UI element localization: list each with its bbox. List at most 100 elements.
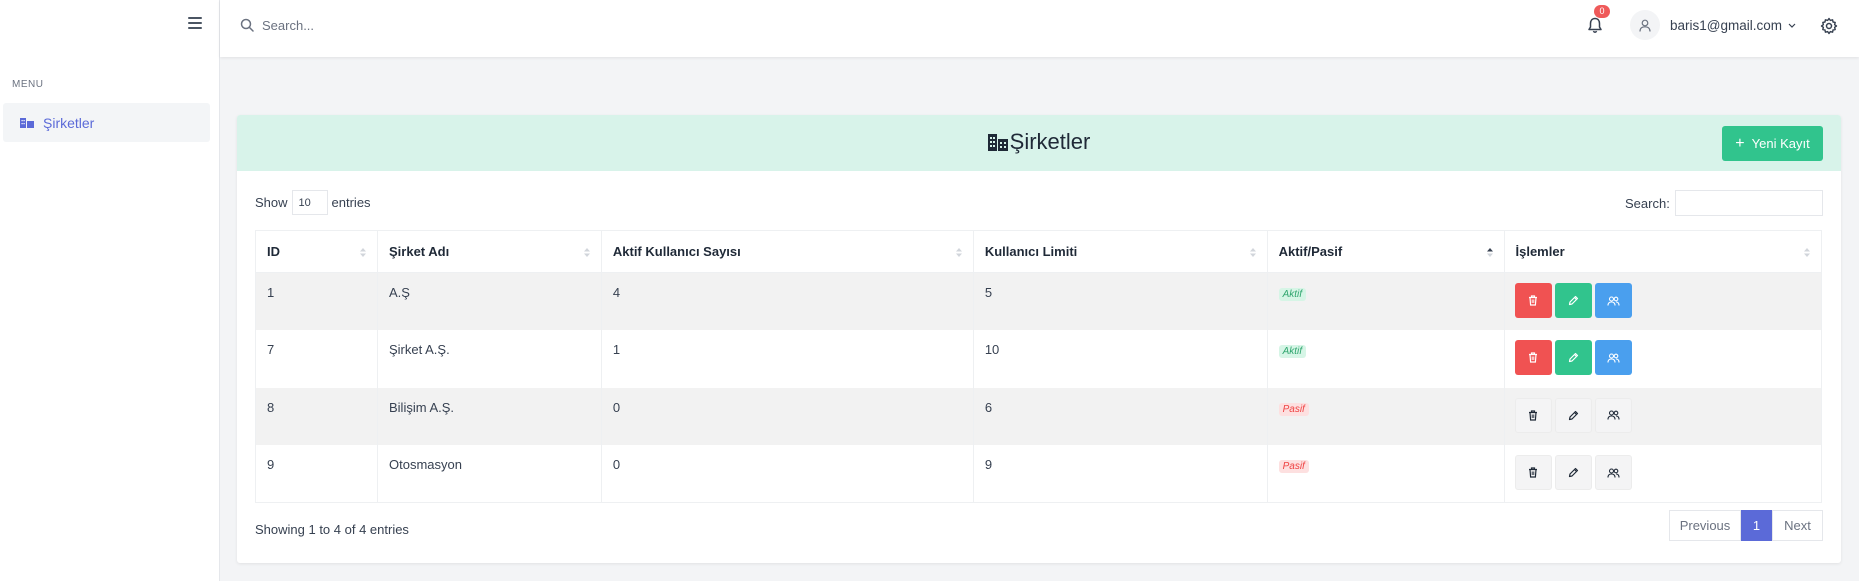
cell-company-name: A.Ş [377, 272, 602, 330]
page-length-control: Show 10 entries [255, 190, 371, 215]
cell-active-users: 0 [600, 445, 974, 503]
previous-page-button[interactable]: Previous [1669, 510, 1741, 541]
card-header: Şirketler + Yeni Kayıt [237, 115, 1841, 171]
users-button[interactable] [1594, 340, 1632, 375]
pencil-icon [1568, 352, 1578, 363]
table-info: Showing 1 to 4 of 4 entries [255, 522, 409, 537]
table-row: 8 Bilişim A.Ş. 0 6 Pasif [255, 387, 1822, 445]
column-header-company-name[interactable]: Şirket Adı [377, 230, 602, 273]
users-button[interactable] [1594, 397, 1632, 433]
cell-id: 8 [255, 387, 378, 445]
column-header-status[interactable]: Aktif/Pasif [1266, 230, 1505, 273]
column-header-user-limit[interactable]: Kullanıcı Limiti [972, 230, 1268, 273]
column-header-id[interactable]: ID [255, 230, 378, 273]
user-email: baris1@gmail.com [1670, 17, 1782, 33]
trash-icon [1529, 409, 1537, 421]
table-row: 7 Şirket A.Ş. 1 10 Aktif [255, 330, 1822, 388]
cell-active-users: 0 [600, 387, 974, 445]
search-icon [240, 18, 254, 32]
menu-label: MENU [12, 79, 44, 90]
next-page-button[interactable]: Next [1772, 510, 1823, 541]
cell-status: Pasif [1266, 387, 1505, 445]
cell-status: Pasif [1266, 445, 1505, 503]
cell-company-name: Şirket A.Ş. [377, 330, 602, 388]
edit-button[interactable] [1554, 397, 1592, 433]
cell-actions [1503, 445, 1822, 503]
column-header-actions[interactable]: İşlemler [1503, 230, 1822, 273]
table-row: 9 Otosmasyon 0 9 Pasif [255, 445, 1822, 503]
table-search: Search: [1625, 190, 1823, 216]
cell-status: Aktif [1266, 330, 1505, 388]
column-header-active-users[interactable]: Aktif Kullanıcı Sayısı [600, 230, 974, 273]
page-title: Şirketler [237, 129, 1841, 155]
search-input[interactable] [262, 15, 562, 35]
new-record-label: Yeni Kayıt [1751, 136, 1810, 151]
companies-table: ID Şirket Adı Aktif Kullanıcı Sayısı Kul… [255, 230, 1822, 503]
column-label: Aktif Kullanıcı Sayısı [612, 244, 741, 259]
plus-icon: + [1735, 134, 1745, 152]
page-1-button[interactable]: 1 [1741, 510, 1772, 541]
status-badge: Aktif [1278, 345, 1307, 358]
users-icon [1606, 410, 1620, 420]
cell-company-name: Bilişim A.Ş. [377, 387, 602, 445]
users-icon [1606, 352, 1620, 363]
table-row: 1 A.Ş 4 5 Aktif [255, 272, 1822, 330]
sort-asc-icon [1486, 248, 1493, 257]
cell-company-name: Otosmasyon [377, 445, 602, 503]
cell-actions [1503, 387, 1822, 445]
column-label: İşlemler [1515, 244, 1565, 259]
delete-button[interactable] [1514, 455, 1552, 490]
cell-user-limit: 6 [972, 387, 1268, 445]
new-record-button[interactable]: + Yeni Kayıt [1722, 126, 1823, 161]
users-icon [1606, 467, 1620, 478]
hamburger-menu-icon[interactable] [188, 17, 202, 29]
edit-button[interactable] [1554, 340, 1592, 375]
edit-button[interactable] [1554, 283, 1592, 318]
user-icon [1639, 19, 1651, 32]
building-icon [20, 118, 34, 128]
cell-active-users: 1 [600, 330, 974, 388]
users-icon [1606, 295, 1620, 306]
user-menu[interactable]: baris1@gmail.com [1630, 10, 1796, 40]
cell-actions [1503, 272, 1822, 330]
page-title-text: Şirketler [1009, 129, 1091, 154]
sort-icon [360, 248, 366, 257]
trash-icon [1529, 295, 1537, 306]
status-badge: Pasif [1278, 460, 1309, 473]
bell-icon[interactable] [1587, 17, 1603, 34]
entries-select[interactable]: 10 [291, 190, 328, 215]
table-search-input[interactable] [1674, 190, 1823, 216]
sidebar-item-sirketler[interactable]: Şirketler [3, 103, 210, 142]
users-button[interactable] [1594, 283, 1632, 318]
sort-icon [955, 248, 962, 257]
gear-icon[interactable] [1820, 17, 1838, 35]
cell-user-limit: 10 [972, 330, 1268, 388]
pencil-icon [1568, 295, 1578, 306]
building-icon [987, 134, 1008, 151]
entries-label: entries [331, 195, 371, 210]
column-label: Şirket Adı [389, 244, 450, 259]
delete-button[interactable] [1514, 340, 1552, 375]
show-label: Show [255, 195, 288, 210]
topbar: 0 baris1@gmail.com [220, 0, 1859, 57]
delete-button[interactable] [1514, 397, 1552, 433]
sort-icon [1804, 248, 1810, 257]
cell-status: Aktif [1266, 272, 1505, 330]
delete-button[interactable] [1514, 283, 1552, 318]
pagination: Previous 1 Next [1669, 510, 1823, 541]
sort-icon [583, 248, 590, 257]
edit-button[interactable] [1554, 455, 1592, 490]
status-badge: Aktif [1278, 288, 1307, 301]
cell-actions [1503, 330, 1822, 388]
status-badge: Pasif [1278, 402, 1309, 416]
cell-active-users: 4 [600, 272, 974, 330]
users-button[interactable] [1594, 455, 1632, 490]
sidebar-item-label: Şirketler [43, 114, 95, 131]
cell-user-limit: 9 [972, 445, 1268, 503]
column-label: ID [267, 244, 280, 259]
table-search-label: Search: [1625, 195, 1670, 211]
pencil-icon [1568, 410, 1578, 420]
cell-user-limit: 5 [972, 272, 1268, 330]
notification-count-badge: 0 [1594, 5, 1610, 18]
pencil-icon [1568, 467, 1578, 478]
